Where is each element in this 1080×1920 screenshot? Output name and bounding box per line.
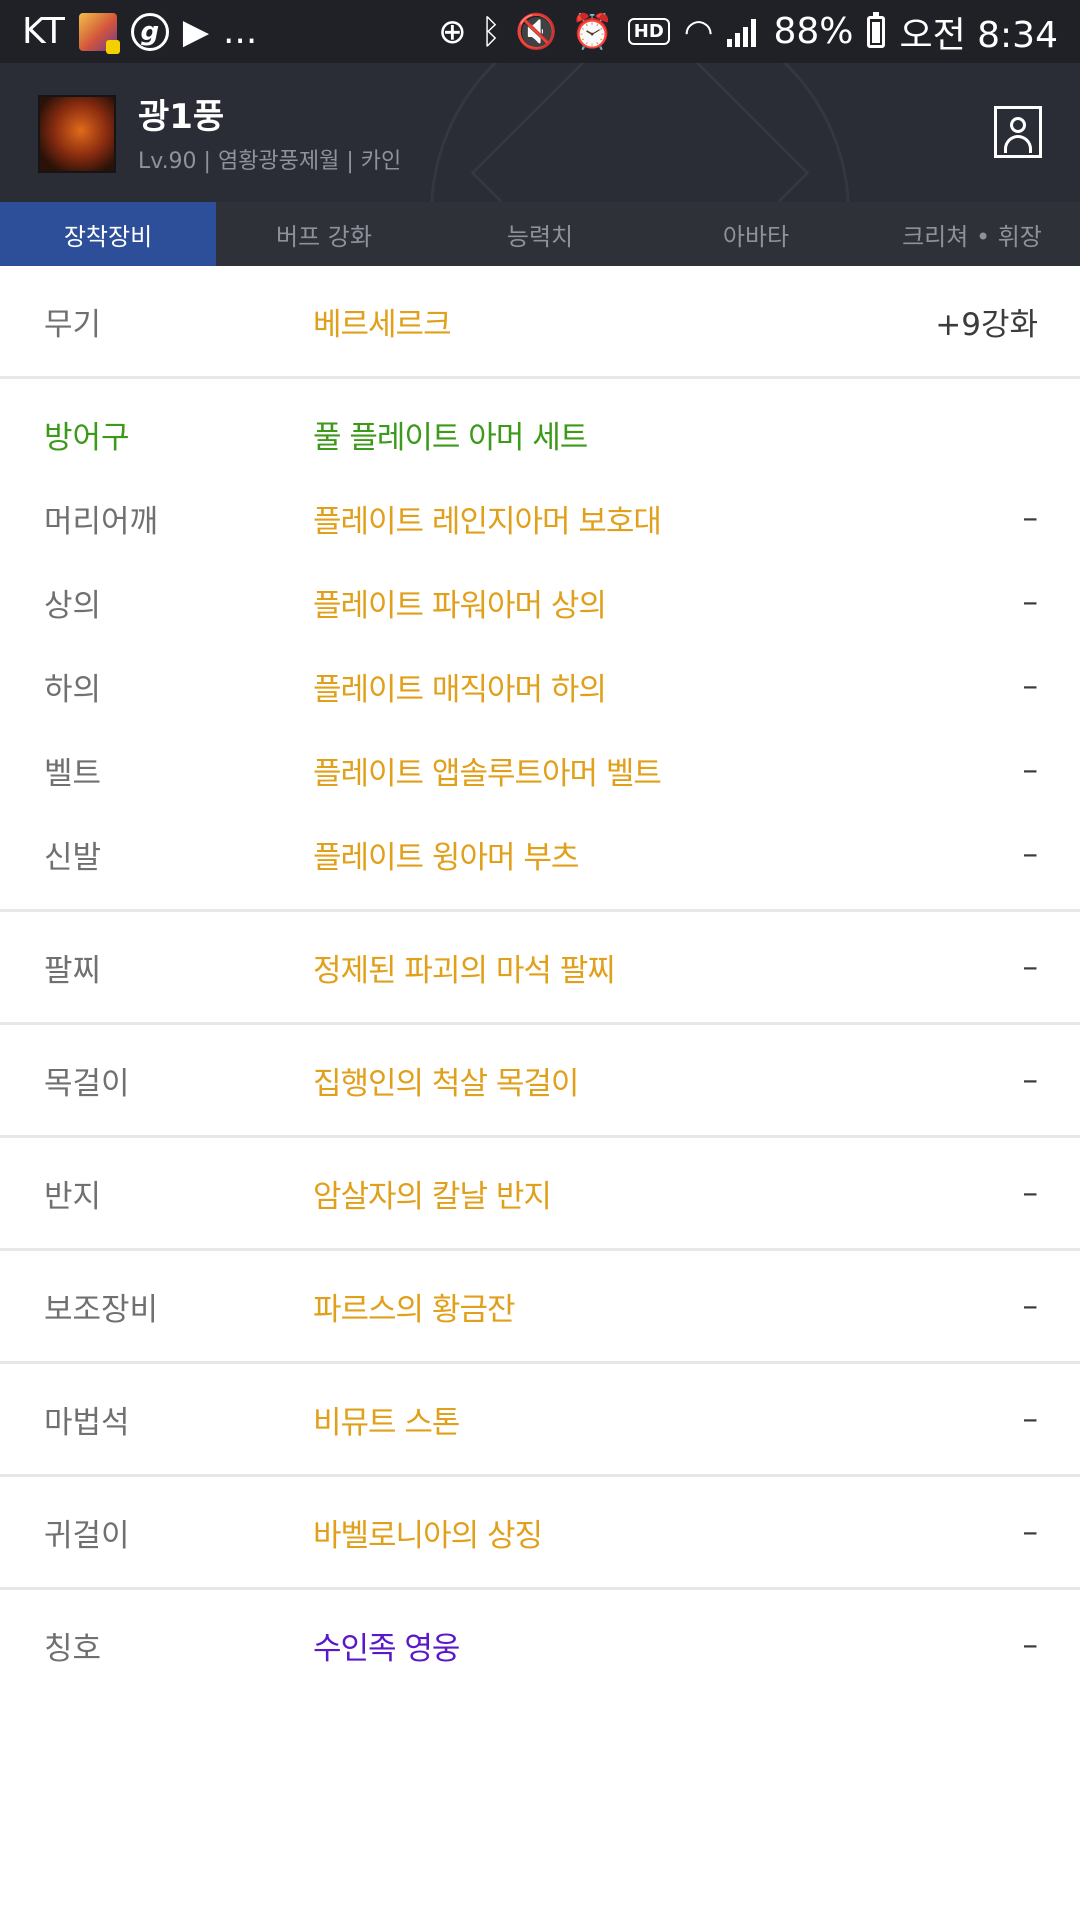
character-header: 광1풍 Lv.90 | 염황광풍제월 | 카인 (0, 63, 1080, 202)
list-item[interactable]: 마법석 비뮤트 스톤 – (0, 1364, 1080, 1474)
tab-avatar[interactable]: 아바타 (648, 202, 864, 266)
slot-label: 귀걸이 (44, 1517, 130, 1554)
item-name: 비뮤트 스톤 (313, 1404, 460, 1441)
enhance-value: – (1022, 949, 1039, 985)
weapon-group: 무기 베르세르크 +9강화 (0, 266, 1080, 379)
enhance-value: – (1022, 500, 1039, 536)
accessory-group: 보조장비 파르스의 황금잔 – (0, 1251, 1080, 1364)
enhance-value: – (1022, 1062, 1039, 1098)
alarm-icon: ⏰ (571, 11, 614, 52)
accessory-group: 마법석 비뮤트 스톤 – (0, 1364, 1080, 1477)
list-item[interactable]: 목걸이 집행인의 척살 목걸이 – (0, 1025, 1080, 1135)
g-app-notification-icon: g (130, 12, 169, 51)
list-item[interactable]: 벨트 플레이트 앱솔루트아머 벨트 – (0, 728, 1080, 812)
accessory-group: 팔찌 정제된 파괴의 마석 팔찌 – (0, 912, 1080, 1025)
slot-label: 반지 (44, 1178, 102, 1215)
slot-label: 벨트 (44, 755, 102, 792)
more-notifications-label: ... (222, 11, 258, 52)
status-bar: KT g ▶ ... ⊕ ᛒ 🔇 ⏰ HD ◠ 88% 오전 8:34 (0, 0, 1080, 63)
hd-voice-icon: HD (627, 18, 670, 45)
accessory-group: 반지 암살자의 칼날 반지 – (0, 1138, 1080, 1251)
accessory-group: 목걸이 집행인의 척살 목걸이 – (0, 1025, 1080, 1138)
slot-label: 팔찌 (44, 952, 102, 989)
enhance-value: – (1022, 1514, 1039, 1550)
clock: 오전 8:34 (899, 14, 1058, 56)
armor-group: 방어구 풀 플레이트 아머 세트 머리어깨 플레이트 레인지아머 보호대 – 상… (0, 379, 1080, 912)
list-item[interactable]: 상의 플레이트 파워아머 상의 – (0, 560, 1080, 644)
item-name: 플레이트 앱솔루트아머 벨트 (313, 755, 662, 792)
person-body-icon (1004, 135, 1032, 153)
slot-label: 보조장비 (44, 1291, 159, 1328)
item-name: 파르스의 황금잔 (313, 1291, 515, 1328)
title-group: 칭호 수인족 영웅 – (0, 1590, 1080, 1700)
enhance-value: +9강화 (935, 306, 1038, 343)
list-item[interactable]: 방어구 풀 플레이트 아머 세트 (0, 392, 1080, 476)
character-avatar[interactable] (38, 95, 116, 173)
enhance-value: – (1022, 752, 1039, 788)
item-name: 베르세르크 (313, 306, 452, 343)
slot-label: 무기 (44, 306, 102, 343)
slot-label: 방어구 (44, 419, 130, 456)
item-name: 정제된 파괴의 마석 팔찌 (313, 952, 616, 989)
bluetooth-icon: ᛒ (480, 11, 502, 52)
item-name: 집행인의 척살 목걸이 (313, 1065, 579, 1102)
slot-label: 목걸이 (44, 1065, 130, 1102)
equipment-list: 무기 베르세르크 +9강화 방어구 풀 플레이트 아머 세트 머리어깨 플레이트… (0, 266, 1080, 1700)
item-name: 바벨로니아의 상징 (313, 1517, 543, 1554)
battery-percent: 88% (773, 11, 854, 52)
tab-stats[interactable]: 능력치 (432, 202, 648, 266)
set-name: 풀 플레이트 아머 세트 (313, 419, 588, 456)
item-name: 암살자의 칼날 반지 (313, 1178, 552, 1215)
enhance-value: – (1022, 668, 1039, 704)
tab-buff-enhance[interactable]: 버프 강화 (216, 202, 432, 266)
battery-icon (867, 11, 886, 48)
tab-bar: 장착장비 버프 강화 능력치 아바타 크리쳐 • 휘장 (0, 202, 1080, 266)
enhance-value: – (1022, 584, 1039, 620)
data-saver-icon: ⊕ (438, 11, 467, 52)
enhance-value: – (1022, 1175, 1039, 1211)
character-name: 광1풍 (138, 97, 225, 137)
slot-label: 신발 (44, 839, 102, 876)
slot-label: 칭호 (44, 1630, 102, 1667)
list-item[interactable]: 팔찌 정제된 파괴의 마석 팔찌 – (0, 912, 1080, 1022)
enhance-value: – (1022, 1627, 1039, 1663)
list-item[interactable]: 하의 플레이트 매직아머 하의 – (0, 644, 1080, 728)
enhance-value: – (1022, 836, 1039, 872)
item-name: 플레이트 레인지아머 보호대 (313, 503, 662, 540)
item-name: 플레이트 매직아머 하의 (313, 671, 607, 708)
character-subtitle: Lv.90 | 염황광풍제월 | 카인 (138, 149, 402, 174)
enhance-value: – (1022, 1401, 1039, 1437)
carrier-label: KT (22, 11, 65, 52)
list-item[interactable]: 보조장비 파르스의 황금잔 – (0, 1251, 1080, 1361)
enhance-value: – (1022, 1288, 1039, 1324)
profile-icon-button[interactable] (994, 106, 1042, 158)
list-item[interactable]: 머리어깨 플레이트 레인지아머 보호대 – (0, 476, 1080, 560)
list-item[interactable]: 칭호 수인족 영웅 – (0, 1590, 1080, 1700)
person-head-icon (1010, 117, 1026, 133)
list-item[interactable]: 귀걸이 바벨로니아의 상징 – (0, 1477, 1080, 1587)
tab-creature-emblem[interactable]: 크리쳐 • 휘장 (864, 202, 1080, 266)
play-store-notification-icon: ▶ (182, 11, 209, 52)
item-name: 플레이트 파워아머 상의 (313, 587, 607, 624)
list-item[interactable]: 신발 플레이트 윙아머 부츠 – (0, 812, 1080, 896)
slot-label: 상의 (44, 587, 102, 624)
slot-label: 하의 (44, 671, 102, 708)
wifi-icon: ◠ (683, 11, 714, 52)
accessory-group: 귀걸이 바벨로니아의 상징 – (0, 1477, 1080, 1590)
slot-label: 마법석 (44, 1404, 130, 1441)
tab-equipment[interactable]: 장착장비 (0, 202, 216, 266)
slot-label: 머리어깨 (44, 503, 159, 540)
list-item[interactable]: 반지 암살자의 칼날 반지 – (0, 1138, 1080, 1248)
list-item[interactable]: 무기 베르세르크 +9강화 (0, 266, 1080, 376)
mute-icon: 🔇 (515, 11, 558, 52)
item-name: 플레이트 윙아머 부츠 (313, 839, 579, 876)
game-app-notification-icon (78, 12, 120, 54)
item-name: 수인족 영웅 (313, 1630, 460, 1667)
signal-icon (727, 17, 759, 47)
